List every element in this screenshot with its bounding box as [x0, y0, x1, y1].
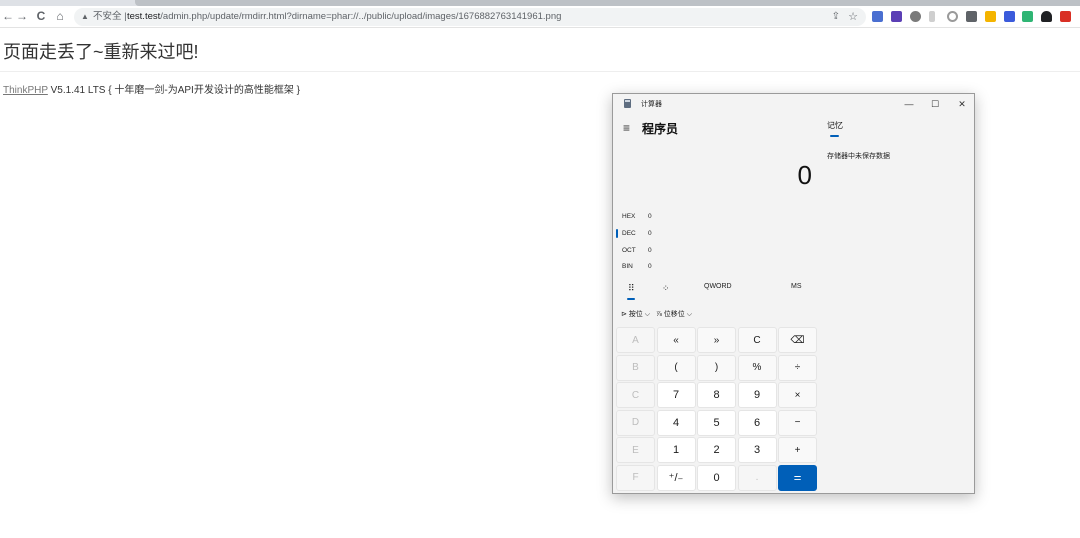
key-rotate-right[interactable]: »: [697, 327, 736, 353]
memory-empty-message: 存储器中未保存数据: [827, 153, 890, 160]
key-7[interactable]: 7: [656, 382, 696, 408]
divider: [0, 71, 1080, 72]
base-row-dec[interactable]: DEC 0: [622, 228, 652, 240]
key-equals[interactable]: =: [778, 464, 817, 491]
security-label[interactable]: 不安全 |: [93, 8, 127, 26]
address-bar[interactable]: ▲ 不安全 | test.test/admin.php/update/rmdir…: [74, 8, 866, 26]
extension-icon-11[interactable]: [1060, 11, 1071, 22]
key-hex-f[interactable]: F: [616, 464, 655, 491]
extension-icon-2[interactable]: [891, 11, 902, 22]
base-label: HEX: [622, 213, 636, 220]
key-4[interactable]: 4: [656, 409, 696, 436]
minimize-icon[interactable]: —: [902, 97, 916, 111]
key-8[interactable]: 8: [697, 382, 736, 408]
base-row-hex[interactable]: HEX 0: [622, 211, 652, 223]
key-1[interactable]: 1: [656, 437, 696, 463]
browser-toolbar: ← → C ⌂ ▲ 不安全 | test.test/admin.php/upda…: [0, 6, 1080, 28]
bitwise-dropdown[interactable]: ⊳ 按位 ⌵: [621, 311, 650, 318]
thinkphp-link[interactable]: ThinkPHP: [3, 85, 48, 96]
extension-icon-9[interactable]: [1022, 11, 1033, 22]
close-icon[interactable]: ✕: [955, 97, 969, 111]
url-host: test.test: [127, 11, 161, 22]
extension-icon-7[interactable]: [985, 11, 996, 22]
key-close-paren[interactable]: ): [697, 354, 736, 381]
framework-version-text: V5.1.41 LTS { 十年磨一剑-为API开发设计的高性能框架 }: [47, 85, 300, 96]
word-size-button[interactable]: QWORD: [704, 283, 732, 290]
warning-icon[interactable]: ▲: [81, 8, 89, 26]
key-hex-a[interactable]: A: [616, 327, 655, 353]
base-row-bin[interactable]: BIN 0: [622, 261, 652, 273]
reload-icon[interactable]: C: [33, 8, 49, 24]
key-hex-b[interactable]: B: [616, 354, 655, 381]
hamburger-menu-icon[interactable]: ≡: [623, 121, 630, 135]
bookmark-star-icon[interactable]: ☆: [848, 8, 858, 26]
key-9[interactable]: 9: [737, 382, 777, 408]
calculator-mode-title: 程序员: [642, 122, 679, 136]
bitshift-dropdown[interactable]: ⅞ 位移位 ⌵: [656, 311, 692, 318]
base-value: 0: [648, 213, 652, 220]
key-hex-d[interactable]: D: [616, 409, 655, 436]
memory-tab-indicator: [830, 135, 839, 137]
key-negate[interactable]: ⁺/₋: [656, 464, 696, 491]
bit-toggle-keypad-icon[interactable]: ⁘: [662, 283, 670, 294]
home-icon[interactable]: ⌂: [52, 8, 68, 24]
share-icon[interactable]: ⇪: [832, 8, 840, 26]
key-subtract[interactable]: −: [778, 409, 817, 436]
base-value: 0: [648, 263, 652, 270]
key-hex-e[interactable]: E: [616, 437, 655, 463]
key-0[interactable]: 0: [697, 464, 736, 491]
extension-icon-6[interactable]: [966, 11, 977, 22]
extension-icon-8[interactable]: [1004, 11, 1015, 22]
full-keypad-icon[interactable]: ⠿: [628, 283, 635, 294]
base-row-oct[interactable]: OCT 0: [622, 245, 652, 257]
selected-base-indicator: [616, 229, 618, 238]
key-decimal[interactable]: .: [737, 464, 777, 491]
url-path: /admin.php/update/rmdirr.html?dirname=ph…: [160, 11, 562, 22]
memory-tab[interactable]: 记忆: [827, 120, 843, 131]
key-modulo[interactable]: %: [737, 354, 777, 381]
calculator-display: 0: [797, 160, 812, 190]
key-backspace-icon[interactable]: ⌫: [778, 327, 817, 353]
calculator-app-icon: [624, 99, 631, 108]
key-5[interactable]: 5: [697, 409, 736, 436]
base-value: 0: [648, 230, 652, 237]
framework-footer: ThinkPHP V5.1.41 LTS { 十年磨一剑-为API开发设计的高性…: [3, 81, 300, 96]
key-open-paren[interactable]: (: [656, 354, 696, 381]
extension-icon-5[interactable]: [947, 11, 958, 22]
bit-operations-bar: ⊳ 按位 ⌵ ⅞ 位移位 ⌵: [621, 309, 696, 319]
key-add[interactable]: +: [778, 437, 817, 463]
base-label: OCT: [622, 247, 636, 254]
base-label: BIN: [622, 263, 633, 270]
key-3[interactable]: 3: [737, 437, 777, 463]
url-text[interactable]: test.test/admin.php/update/rmdirr.html?d…: [127, 8, 561, 26]
memory-store-button[interactable]: MS: [791, 283, 802, 290]
error-title: 页面走丢了~重新来过吧!: [3, 42, 199, 62]
key-6[interactable]: 6: [737, 409, 777, 436]
key-multiply[interactable]: ×: [778, 382, 817, 408]
key-divide[interactable]: ÷: [778, 354, 817, 381]
calculator-titlebar[interactable]: 计算器 — ☐ ✕: [613, 94, 974, 114]
extension-icon-1[interactable]: [872, 11, 883, 22]
calculator-keypad: A « » C ⌫ B ( ) % ÷ C 7 8 9 × D 4 5 6 − …: [616, 327, 818, 492]
maximize-icon[interactable]: ☐: [928, 97, 942, 111]
calculator-window-title: 计算器: [641, 101, 662, 108]
key-hex-c[interactable]: C: [616, 382, 655, 408]
calculator-window: 计算器 — ☐ ✕ ≡ 程序员 0 HEX 0 DEC 0 OCT 0 BIN 0 ⠿ …: [612, 93, 975, 494]
forward-icon[interactable]: →: [14, 8, 30, 24]
base-label: DEC: [622, 230, 636, 237]
active-keypad-indicator: [627, 298, 635, 300]
key-clear[interactable]: C: [737, 327, 777, 353]
key-2[interactable]: 2: [697, 437, 736, 463]
extension-icon-3[interactable]: [910, 11, 921, 22]
key-rotate-left[interactable]: «: [656, 327, 696, 353]
extension-icon-10[interactable]: [1041, 11, 1052, 22]
keypad-tabs: ⠿ ⁘ QWORD MS: [613, 280, 823, 300]
base-value: 0: [648, 247, 652, 254]
extension-icon-4[interactable]: [929, 11, 935, 22]
